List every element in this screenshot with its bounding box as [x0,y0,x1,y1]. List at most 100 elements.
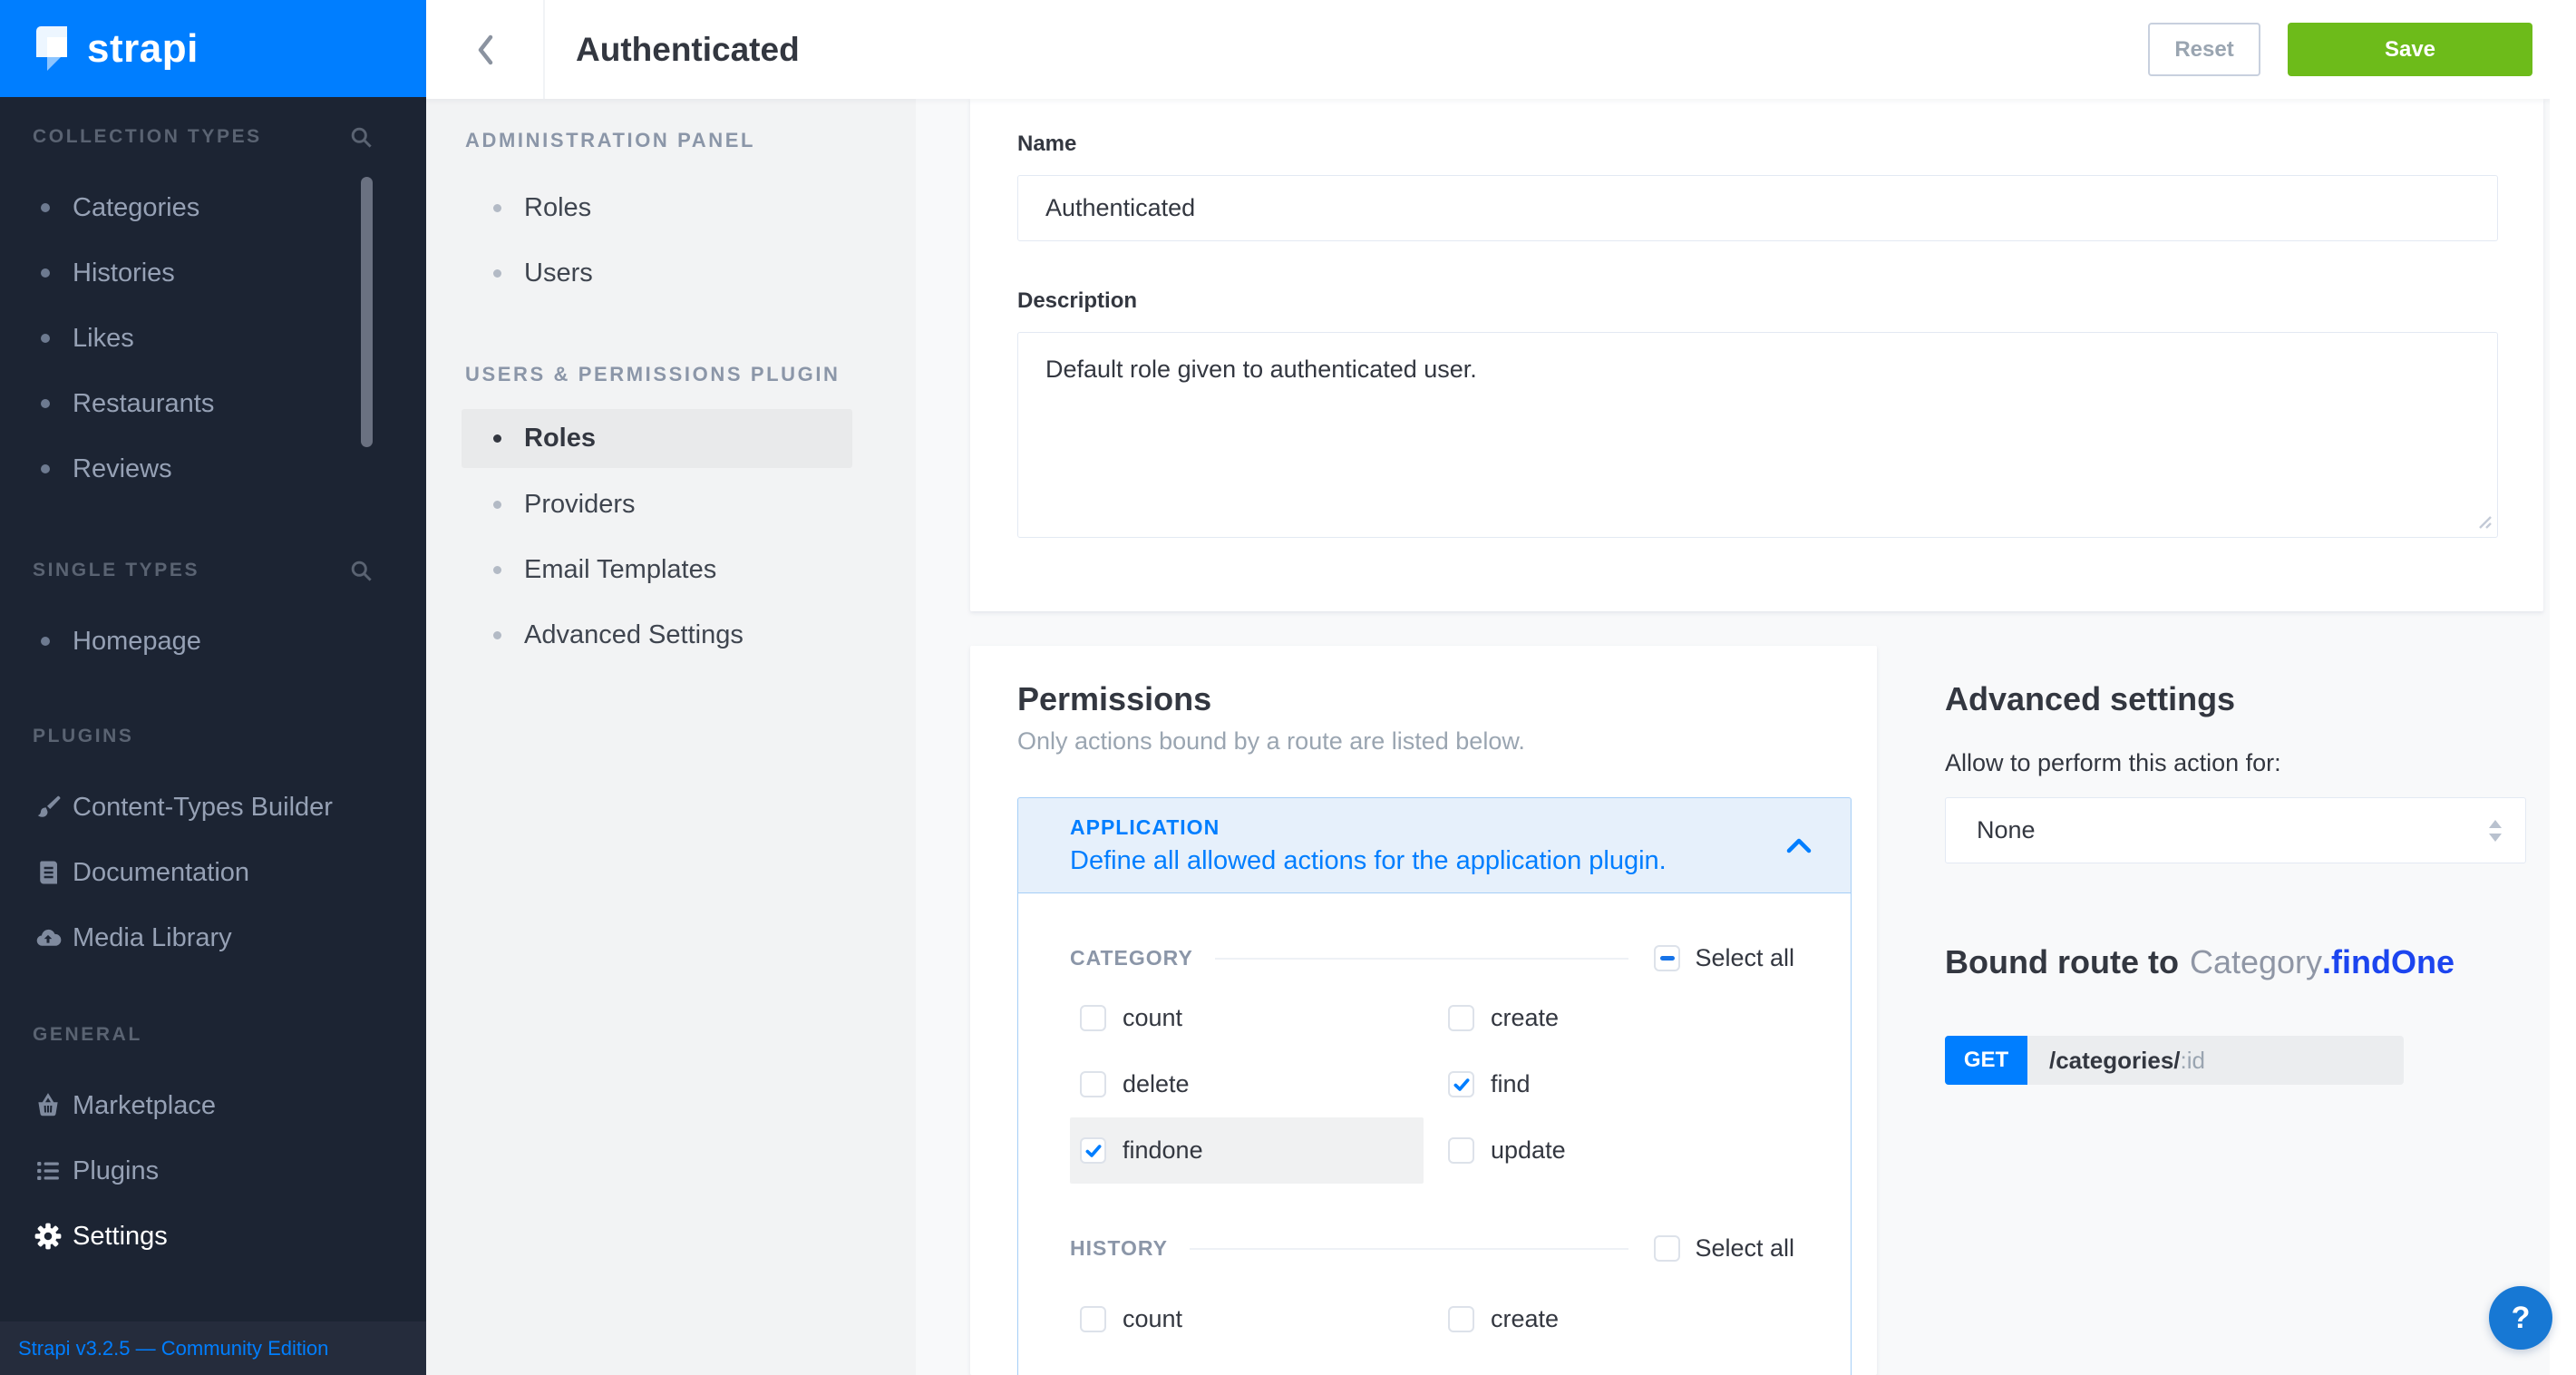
strapi-logo-icon [36,26,67,72]
subnav-item-email-templates[interactable]: Email Templates [426,537,916,602]
page-header: Authenticated Reset Save [426,0,2576,99]
category-group-header: CATEGORY Select all [1070,944,1794,972]
permission-update[interactable]: update [1438,1117,1792,1184]
bullet-icon [41,637,50,646]
sidebar-item-label: Homepage [73,627,201,657]
page-scrollbar-track[interactable] [2550,99,2576,1375]
settings-subnav: ADMINISTRATION PANEL Roles Users USERS &… [426,99,916,1375]
subnav-header-administration-panel: ADMINISTRATION PANEL [426,121,916,161]
route-display: GET /categories/:id [1945,1036,2404,1085]
subnav-item-label: Email Templates [524,555,716,585]
bullet-icon [41,334,50,343]
route-path: /categories/:id [2027,1036,2404,1085]
select-all-checkbox[interactable] [1654,1235,1680,1262]
sidebar-item-reviews[interactable]: Reviews [0,436,426,502]
history-select-all[interactable]: Select all [1654,1234,1794,1263]
checkbox[interactable] [1080,1137,1106,1164]
main-area: Authenticated Reset Save ADMINISTRATION … [426,0,2576,1375]
chevron-up-icon [1785,837,1813,854]
subnav-item-admin-roles[interactable]: Roles [426,175,916,240]
subnav-header-users-permissions-plugin: USERS & PERMISSIONS PLUGIN [426,355,916,395]
permission-label: find [1491,1070,1531,1098]
allow-action-label: Allow to perform this action for: [1945,749,2543,777]
list-icon [33,1156,63,1186]
search-icon[interactable] [349,559,374,583]
action-scope-select[interactable]: None [1945,797,2526,863]
plugin-description: Define all allowed actions for the appli… [1070,846,1667,876]
sidebar-item-label: Likes [73,324,134,354]
bound-route-prefix: Bound route to [1945,943,2179,980]
sidebar-item-content-types-builder[interactable]: Content-Types Builder [0,775,426,840]
permission-history-count[interactable]: count [1070,1286,1424,1352]
sidebar-item-documentation[interactable]: Documentation [0,840,426,905]
description-textarea[interactable]: Default role given to authenticated user… [1017,332,2498,538]
sidebar-item-label: Media Library [73,923,232,953]
resize-grip-icon[interactable] [2475,512,2493,531]
checkbox[interactable] [1448,1137,1474,1164]
sidebar-item-label: Content-Types Builder [73,793,333,823]
version-link[interactable]: Strapi v3.2.5 — Community Edition [0,1321,426,1375]
sidebar-item-label: Restaurants [73,389,214,419]
strapi-admin-app: strapi COLLECTION TYPES Categories Histo… [0,0,2576,1375]
select-arrows-icon [2489,820,2502,842]
subnav-item-providers[interactable]: Providers [426,472,916,537]
application-accordion: APPLICATION Define all allowed actions f… [1017,797,1852,1375]
checkbox[interactable] [1448,1071,1474,1097]
bullet-icon [493,269,501,278]
role-details-card: Name Description Default role given to a… [970,99,2543,611]
permission-create[interactable]: create [1438,985,1792,1051]
checkbox[interactable] [1448,1306,1474,1332]
permissions-subtitle: Only actions bound by a route are listed… [1017,727,1877,756]
checkbox[interactable] [1080,1005,1106,1031]
permission-delete[interactable]: delete [1070,1051,1424,1117]
bullet-icon [41,203,50,212]
section-label: SINGLE TYPES [33,560,199,581]
permission-label: create [1491,1004,1559,1032]
back-button[interactable] [426,0,545,99]
search-icon[interactable] [349,125,374,150]
checkbox[interactable] [1080,1306,1106,1332]
permission-find[interactable]: find [1438,1051,1792,1117]
reset-button[interactable]: Reset [2148,23,2260,76]
history-group-header: HISTORY Select all [1070,1234,1794,1263]
name-input[interactable] [1017,175,2498,241]
save-button[interactable]: Save [2288,23,2532,76]
permission-label: count [1123,1305,1182,1333]
permission-history-create[interactable]: create [1438,1286,1792,1352]
group-name: CATEGORY [1070,946,1193,970]
subnav-item-label: Advanced Settings [524,620,744,650]
permission-findone[interactable]: findone [1070,1117,1424,1184]
permission-label: create [1491,1305,1559,1333]
sidebar-item-media-library[interactable]: Media Library [0,905,426,970]
permission-count[interactable]: count [1070,985,1424,1051]
sidebar-item-settings[interactable]: Settings [0,1204,426,1269]
subnav-item-label: Providers [524,490,636,520]
category-select-all[interactable]: Select all [1654,944,1794,972]
section-label: GENERAL [33,1024,142,1046]
subnav-item-up-roles[interactable]: Roles [462,409,852,468]
lower-row: Permissions Only actions bound by a rout… [916,646,2543,1375]
bullet-icon [493,566,501,574]
http-method-badge: GET [1945,1036,2027,1085]
help-button[interactable]: ? [2489,1286,2552,1350]
subnav-item-admin-users[interactable]: Users [426,240,916,306]
sidebar-item-homepage[interactable]: Homepage [0,609,426,674]
application-accordion-header[interactable]: APPLICATION Define all allowed actions f… [1017,797,1852,893]
sidebar-item-label: Histories [73,258,175,288]
category-actions-grid: count create delete [1070,985,1794,1184]
select-all-label: Select all [1695,944,1794,972]
checkbox[interactable] [1448,1005,1474,1031]
bound-action-link[interactable]: .findOne [2322,943,2454,980]
plugin-name: APPLICATION [1070,815,1667,840]
subnav-item-advanced-settings[interactable]: Advanced Settings [426,602,916,668]
section-header-plugins: PLUGINS [0,717,426,756]
checkbox[interactable] [1080,1071,1106,1097]
sidebar-scrollbar-thumb[interactable] [361,177,373,447]
sidebar-item-plugins[interactable]: Plugins [0,1138,426,1204]
strapi-logo-link[interactable]: strapi [0,0,426,97]
page-title: Authenticated [576,31,800,69]
subnav-item-label: Roles [524,193,591,223]
indeterminate-icon [1660,956,1675,961]
select-all-checkbox[interactable] [1654,945,1680,971]
sidebar-item-marketplace[interactable]: Marketplace [0,1073,426,1138]
